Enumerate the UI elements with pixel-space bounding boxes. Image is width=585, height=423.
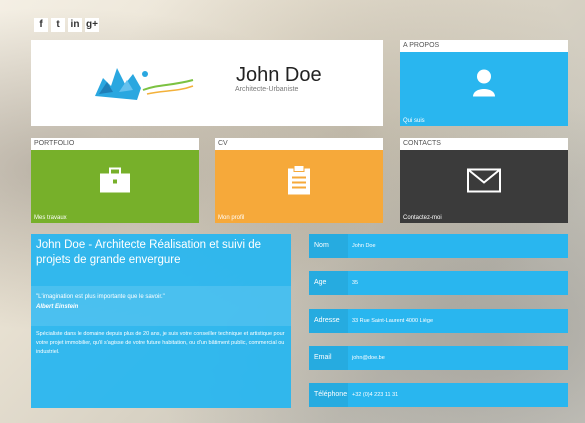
tile-portfolio-foot: Mes travaux [34,215,67,221]
facebook-icon[interactable]: f [34,18,48,32]
tile-portfolio[interactable]: PORTFOLIO Mes travaux [31,138,199,223]
twitter-icon[interactable]: t [51,18,65,32]
tile-portfolio-title: PORTFOLIO [31,138,199,150]
info-label: Adresse [309,309,348,333]
info-row-age: Age 35 [309,271,568,295]
tile-about-title: A PROPOS [400,40,568,52]
tile-contacts[interactable]: CONTACTS Contactez-moi [400,138,568,223]
intro-title: John Doe - Architecte Réalisation et sui… [36,239,262,266]
user-icon [471,68,497,103]
tile-contacts-title: CONTACTS [400,138,568,150]
info-row-address: Adresse 33 Rue Saint-Laurent 4000 Liège [309,309,568,333]
owner-name: John Doe [236,64,322,86]
quote-author: Albert Einstein [36,304,79,310]
briefcase-icon [99,167,131,198]
intro-panel: John Doe - Architecte Réalisation et sui… [31,234,291,408]
info-label: Téléphone [309,383,348,407]
tile-cv-title: CV [215,138,383,150]
hero-card: John Doe Architecte-Urbaniste [31,40,383,126]
info-label: Email [309,346,348,370]
info-row-email: Email john@doe.be [309,346,568,370]
clipboard-icon [287,164,311,200]
info-value: John Doe [352,243,376,249]
info-value: 33 Rue Saint-Laurent 4000 Liège [352,318,434,324]
intro-description: Spécialiste dans le domaine depuis plus … [36,331,285,355]
social-links: f t in g+ [34,18,99,32]
envelope-icon [467,168,501,197]
phone-link[interactable]: +32 (0)4 223 11 31 [352,383,398,407]
info-label: Age [309,271,348,295]
info-label: Nom [309,234,348,258]
tile-about[interactable]: A PROPOS Qui suis [400,40,568,126]
info-row-name: Nom John Doe [309,234,568,258]
owner-role: Architecte-Urbaniste [235,86,299,93]
tile-about-foot: Qui suis [403,118,425,124]
tile-cv-foot: Mon profil [218,215,245,221]
googleplus-icon[interactable]: g+ [85,18,99,32]
tile-cv[interactable]: CV Mon profil [215,138,383,223]
linkedin-icon[interactable]: in [68,18,82,32]
tile-contacts-foot: Contactez-moi [403,215,442,221]
email-link[interactable]: john@doe.be [352,346,385,370]
info-value: 35 [352,280,359,286]
info-row-phone: Téléphone +32 (0)4 223 11 31 [309,383,568,407]
quote-text: "L'imagination est plus importante que l… [36,294,165,300]
city-logo-icon [89,56,199,113]
